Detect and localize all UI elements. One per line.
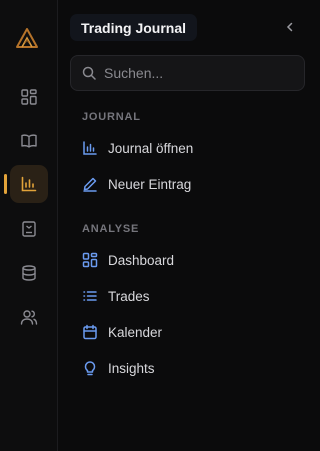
database-icon	[22, 265, 36, 281]
nav-item-label: Insights	[108, 360, 155, 376]
nav-item-neuer-eintrag[interactable]: Neuer Eintrag	[76, 169, 301, 199]
nav-item-label: Dashboard	[108, 252, 175, 268]
nav-item-trades[interactable]: Trades	[76, 281, 301, 311]
logo-icon	[16, 28, 38, 48]
nav-item-kalender[interactable]: Kalender	[76, 317, 301, 347]
bar-chart-icon	[83, 141, 97, 155]
book-open-icon	[21, 134, 37, 148]
search-input[interactable]	[104, 65, 294, 81]
section-label-journal: JOURNAL	[82, 111, 141, 123]
nav-item-journal-oeffnen[interactable]: Journal öffnen	[76, 133, 301, 163]
nav-item-insights[interactable]: Insights	[76, 353, 301, 383]
nav-item-label: Journal öffnen	[108, 140, 194, 156]
users-icon	[20, 310, 38, 325]
nav-item-label: Neuer Eintrag	[108, 176, 192, 192]
bar-chart-icon	[21, 176, 37, 192]
icon-rail	[0, 0, 58, 451]
pencil-icon	[83, 177, 97, 192]
search-box[interactable]	[70, 55, 305, 91]
rail-users-button[interactable]	[10, 298, 48, 336]
rail-journal-button[interactable]	[10, 122, 48, 160]
lightbulb-icon	[84, 361, 96, 376]
nav-item-label: Kalender	[108, 324, 163, 340]
list-icon	[83, 291, 97, 301]
active-indicator	[4, 174, 7, 194]
rail-dashboard-button[interactable]	[10, 78, 48, 116]
navigation-panel: Trading Journal JOURNAL Journal öffnen N…	[58, 0, 317, 451]
notebook-icon	[22, 221, 36, 237]
chevron-left-icon	[286, 22, 293, 32]
nav-item-label: Trades	[108, 288, 150, 304]
layout-grid-icon	[82, 252, 98, 268]
section-label-analyse: ANALYSE	[82, 223, 140, 235]
calendar-icon	[83, 324, 97, 340]
rail-notebook-button[interactable]	[10, 210, 48, 248]
rail-analytics-button[interactable]	[10, 165, 48, 203]
nav-item-dashboard[interactable]: Dashboard	[76, 245, 301, 275]
app-title: Trading Journal	[70, 14, 198, 41]
layout-grid-icon	[21, 89, 37, 105]
collapse-sidebar-button[interactable]	[282, 18, 298, 36]
rail-database-button[interactable]	[10, 254, 48, 292]
search-icon	[82, 66, 96, 80]
